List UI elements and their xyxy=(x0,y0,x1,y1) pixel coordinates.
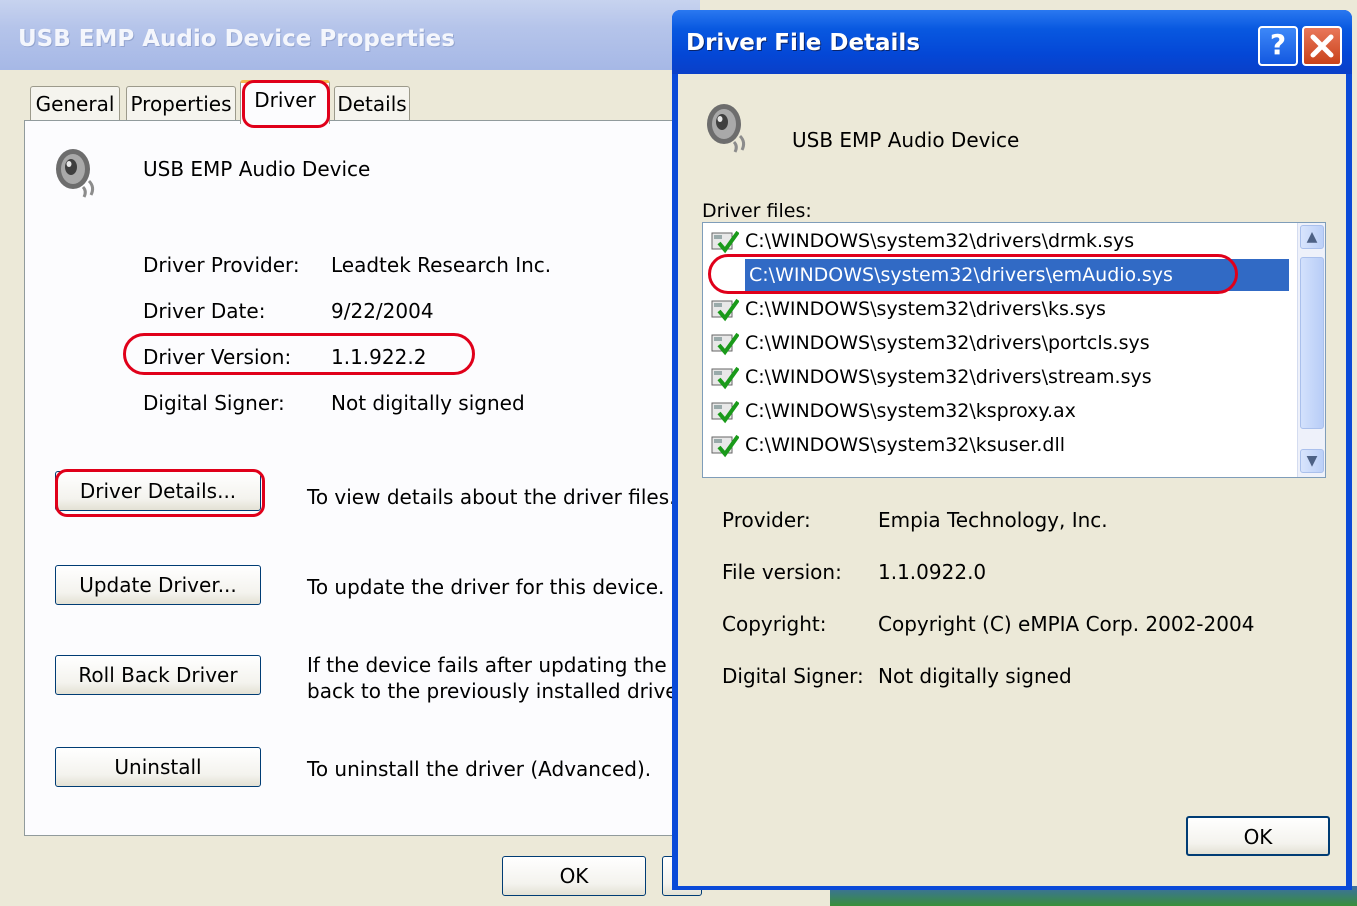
scroll-down-icon[interactable]: ▼ xyxy=(1300,449,1324,473)
driver-date-value: 9/22/2004 xyxy=(331,299,434,323)
help-button[interactable]: ? xyxy=(1258,26,1298,66)
close-icon xyxy=(1310,34,1334,58)
copyright-value: Copyright (C) eMPIA Corp. 2002-2004 xyxy=(878,612,1255,636)
properties-window-title: USB EMP Audio Device Properties xyxy=(18,26,455,52)
signed-file-icon xyxy=(711,399,740,425)
close-button[interactable] xyxy=(1302,26,1342,66)
digital-signer-value: Not digitally signed xyxy=(331,391,525,415)
driver-tab-panel: USB EMP Audio Device Driver Provider: Le… xyxy=(24,120,711,836)
copyright-label: Copyright: xyxy=(722,612,827,636)
list-item[interactable]: C:\WINDOWS\system32\ksproxy.ax xyxy=(711,395,1289,427)
digital-signer-label: Digital Signer: xyxy=(143,391,285,415)
tab-details[interactable]: Details xyxy=(334,86,410,120)
signed-file-icon xyxy=(711,229,740,255)
annotation-oval-emaudio xyxy=(708,254,1238,294)
device-name: USB EMP Audio Device xyxy=(143,157,371,181)
list-item[interactable]: C:\WINDOWS\system32\drivers\stream.sys xyxy=(711,361,1289,393)
file-path: C:\WINDOWS\system32\drivers\portcls.sys xyxy=(745,332,1150,354)
dialog-title-bar[interactable]: Driver File Details ? xyxy=(672,10,1352,74)
vertical-scrollbar[interactable]: ▲ ▼ xyxy=(1297,223,1325,477)
signed-file-icon xyxy=(711,297,740,323)
uninstall-description: To uninstall the driver (Advanced). xyxy=(307,757,652,781)
provider-value: Empia Technology, Inc. xyxy=(878,508,1108,532)
driver-provider-value: Leadtek Research Inc. xyxy=(331,253,552,277)
digital-signer-value: Not digitally signed xyxy=(878,664,1072,688)
list-item[interactable]: C:\WINDOWS\system32\drivers\portcls.sys xyxy=(711,327,1289,359)
signed-file-icon xyxy=(711,365,740,391)
update-driver-button[interactable]: Update Driver... xyxy=(55,565,261,605)
roll-back-description-line1: If the device fails after updating the d… xyxy=(307,653,712,677)
scrollbar-thumb[interactable] xyxy=(1300,257,1324,429)
tab-properties[interactable]: Properties xyxy=(126,86,236,120)
signed-file-icon xyxy=(711,433,740,459)
file-version-label: File version: xyxy=(722,560,842,584)
speaker-icon xyxy=(56,149,95,198)
properties-ok-button[interactable]: OK xyxy=(502,856,646,896)
tab-general[interactable]: General xyxy=(30,86,120,120)
uninstall-button[interactable]: Uninstall xyxy=(55,747,261,787)
file-path: C:\WINDOWS\system32\drivers\ks.sys xyxy=(745,298,1106,320)
dialog-title: Driver File Details xyxy=(686,30,921,56)
driver-file-details-dialog: Driver File Details ? USB EMP Audio Devi… xyxy=(672,10,1352,890)
speaker-icon xyxy=(707,104,746,153)
driver-files-label: Driver files: xyxy=(702,200,812,222)
list-item[interactable]: C:\WINDOWS\system32\drivers\drmk.sys xyxy=(711,225,1289,257)
file-path: C:\WINDOWS\system32\drivers\stream.sys xyxy=(745,366,1152,388)
list-item[interactable]: C:\WINDOWS\system32\ksuser.dll xyxy=(711,429,1289,461)
dialog-ok-button[interactable]: OK xyxy=(1186,816,1330,856)
driver-date-label: Driver Date: xyxy=(143,299,266,323)
file-path: C:\WINDOWS\system32\ksproxy.ax xyxy=(745,400,1076,422)
device-properties-window: USB EMP Audio Device Properties General … xyxy=(0,0,711,906)
file-path: C:\WINDOWS\system32\drivers\drmk.sys xyxy=(745,230,1135,252)
annotation-oval-driver-tab xyxy=(242,80,330,128)
roll-back-driver-button[interactable]: Roll Back Driver xyxy=(55,655,261,695)
file-version-value: 1.1.0922.0 xyxy=(878,560,987,584)
update-driver-description: To update the driver for this device. xyxy=(307,575,665,599)
roll-back-description-line2: back to the previously installed driver. xyxy=(307,679,691,703)
scroll-up-icon[interactable]: ▲ xyxy=(1300,225,1324,249)
dialog-body: USB EMP Audio Device Driver files: C:\WI… xyxy=(678,74,1346,886)
properties-title-bar[interactable]: USB EMP Audio Device Properties xyxy=(0,0,700,70)
provider-label: Provider: xyxy=(722,508,811,532)
signed-file-icon xyxy=(711,331,740,357)
annotation-oval-driver-version xyxy=(123,333,475,375)
driver-details-description: To view details about the driver files. xyxy=(307,485,676,509)
dialog-device-name: USB EMP Audio Device xyxy=(792,128,1020,152)
driver-provider-label: Driver Provider: xyxy=(143,253,300,277)
annotation-oval-driver-details xyxy=(55,469,265,517)
list-item[interactable]: C:\WINDOWS\system32\drivers\ks.sys xyxy=(711,293,1289,325)
file-path: C:\WINDOWS\system32\ksuser.dll xyxy=(745,434,1066,456)
digital-signer-label: Digital Signer: xyxy=(722,664,864,688)
